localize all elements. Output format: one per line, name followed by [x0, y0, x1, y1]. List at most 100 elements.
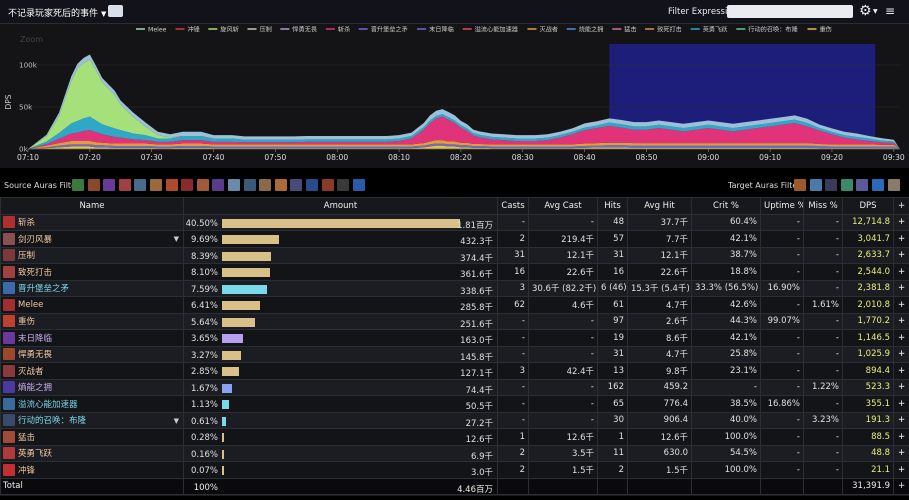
plus-cell[interactable]: +: [893, 395, 909, 413]
row-name-cell[interactable]: 斩杀: [0, 213, 184, 231]
avg-hit-cell: 2.6千: [627, 312, 692, 330]
plus-cell[interactable]: +: [893, 329, 909, 347]
col-plus-header[interactable]: +: [893, 197, 909, 215]
table-row[interactable]: 冲锋 0.07% 3.0千 2 1.5千 2 1.5千 100.0% - - 21…: [0, 461, 909, 479]
row-name-cell[interactable]: 末日降临: [0, 329, 184, 347]
aura-3-icon[interactable]: [103, 179, 116, 191]
table-row[interactable]: Melee 6.41% 285.8千 62 4.6千 61 4.7千 42.6% …: [0, 296, 909, 314]
col-amount-header[interactable]: Amount: [183, 197, 498, 215]
row-name-cell[interactable]: 行动的召唤：布隆 ▼: [0, 411, 184, 429]
table-row[interactable]: 溢流心能加速器 1.13% 50.5千 - - 65 776.4 38.5% 16…: [0, 395, 909, 413]
plus-cell[interactable]: +: [893, 213, 909, 231]
aura-16-icon[interactable]: [306, 179, 318, 191]
event-filter-dropdown[interactable]: 不记录玩家死后的事件 ▼: [8, 6, 106, 19]
aura-7-icon[interactable]: [165, 179, 178, 191]
target-aura-4-icon[interactable]: [840, 179, 853, 191]
plus-cell[interactable]: +: [893, 378, 909, 396]
view-toggle[interactable]: [108, 5, 123, 17]
row-name-cell[interactable]: 悍勇无畏: [0, 345, 184, 363]
menu-icon[interactable]: ≡: [885, 4, 895, 18]
table-row[interactable]: 灭战者 2.85% 127.1千 3 42.4千 13 9.8千 23.1% - …: [0, 362, 909, 380]
row-name-cell[interactable]: 溢流心能加速器: [0, 395, 184, 413]
table-row[interactable]: 剑刃风暴 ▼ 9.69% 432.3千 2 219.4千 57 7.7千 42.1%…: [0, 230, 909, 248]
col-casts-header[interactable]: Casts: [497, 197, 529, 215]
aura-4-icon[interactable]: [118, 179, 131, 191]
row-name-cell[interactable]: 致死打击: [0, 263, 184, 281]
amount-bar: [222, 466, 224, 475]
aura-5-icon[interactable]: [134, 179, 147, 191]
row-name-cell[interactable]: 压制: [0, 246, 184, 264]
aura-1-icon[interactable]: [72, 179, 84, 191]
plus-cell[interactable]: +: [893, 345, 909, 363]
table-row[interactable]: 悍勇无畏 3.27% 145.8千 - - 31 4.7千 25.8% - - 1…: [0, 345, 909, 363]
plus-cell[interactable]: +: [893, 312, 909, 330]
col-miss-header[interactable]: Miss %: [803, 197, 843, 215]
row-name-cell[interactable]: 英勇飞跃: [0, 444, 184, 462]
table-row[interactable]: 斩杀 40.50% 1.81百万 - - 48 37.7千 60.4% - - 1…: [0, 213, 909, 231]
aura-14-icon[interactable]: [274, 179, 287, 191]
target-aura-1-icon[interactable]: [794, 179, 806, 191]
table-row[interactable]: 行动的召唤：布隆 ▼ 0.61% 27.2千 - - 30 906.4 40.0% …: [0, 411, 909, 429]
col-avg-cast-header[interactable]: Avg Cast: [528, 197, 598, 215]
plus-cell[interactable]: +: [893, 246, 909, 264]
plus-cell[interactable]: +: [893, 444, 909, 462]
aura-6-icon[interactable]: [150, 179, 162, 191]
expand-chevron-icon[interactable]: ▼: [174, 417, 179, 425]
amount-bar: [222, 383, 232, 393]
aura-15-icon[interactable]: [290, 179, 303, 191]
total-plus[interactable]: +: [893, 477, 909, 495]
aura-17-icon[interactable]: [321, 179, 334, 191]
col-hits-header[interactable]: Hits: [597, 197, 628, 215]
plus-cell[interactable]: +: [893, 296, 909, 314]
row-name-cell[interactable]: 剑刃风暴 ▼: [0, 230, 184, 248]
row-name-cell[interactable]: 晋升堡垒之矛: [0, 279, 184, 297]
plus-cell[interactable]: +: [893, 263, 909, 281]
table-row[interactable]: 晋升堡垒之矛 7.59% 338.6千 3 30.6千 (82.2千) 6 (46…: [0, 279, 909, 297]
aura-8-icon[interactable]: [181, 179, 194, 191]
table-row[interactable]: 重伤 5.64% 251.6千 - - 97 2.6千 44.3% 99.07% …: [0, 312, 909, 330]
col-avg-hit-header[interactable]: Avg Hit: [627, 197, 692, 215]
gear-chevron-down-icon[interactable]: ▼: [873, 8, 878, 15]
plus-cell[interactable]: +: [893, 428, 909, 446]
row-name-cell[interactable]: 重伤: [0, 312, 184, 330]
table-row[interactable]: 猛击 0.28% 12.6千 1 12.6千 1 12.6千 100.0% - -…: [0, 428, 909, 446]
plus-cell[interactable]: +: [893, 230, 909, 248]
row-name-cell[interactable]: Melee: [0, 296, 184, 314]
plus-cell[interactable]: +: [893, 279, 909, 297]
aura-10-icon[interactable]: [212, 179, 225, 191]
aura-12-icon[interactable]: [243, 179, 256, 191]
target-aura-3-icon[interactable]: [825, 179, 838, 191]
target-aura-6-icon[interactable]: [872, 179, 884, 191]
row-name-cell[interactable]: 灭战者: [0, 362, 184, 380]
expand-chevron-icon[interactable]: ▼: [174, 235, 179, 243]
table-row[interactable]: 英勇飞跃 0.16% 6.9千 2 3.5千 11 630.0 54.5% - -…: [0, 444, 909, 462]
col-dps-header[interactable]: DPS: [842, 197, 894, 215]
target-aura-2-icon[interactable]: [809, 179, 822, 191]
aura-18-icon[interactable]: [337, 179, 350, 191]
aura-11-icon[interactable]: [228, 179, 240, 191]
table-row[interactable]: 末日降临 3.65% 163.0千 - - 19 8.6千 42.1% - - 1…: [0, 329, 909, 347]
filter-expression-input[interactable]: [727, 5, 853, 18]
target-aura-5-icon[interactable]: [856, 179, 869, 191]
row-name-cell[interactable]: 熵能之拥: [0, 378, 184, 396]
amount-bar: [222, 416, 226, 426]
target-aura-7-icon[interactable]: [887, 179, 900, 191]
col-name-header[interactable]: Name: [0, 197, 184, 215]
aura-2-icon[interactable]: [87, 179, 100, 191]
plus-cell[interactable]: +: [893, 411, 909, 429]
gear-icon[interactable]: ⚙: [859, 3, 872, 19]
col-uptime-header[interactable]: Uptime %: [760, 197, 804, 215]
ability-icon: [3, 331, 15, 344]
row-name-cell[interactable]: 冲锋: [0, 461, 184, 479]
dps-chart[interactable]: Melee 冲锋 旋风斩 压制 悍勇无畏 斩杀 晋升堡垒之矛 末日降临 溢流心能加速器 灭战者 烧能…: [0, 24, 909, 168]
table-row[interactable]: 致死打击 8.10% 361.6千 16 22.6千 16 22.6千 18.8%…: [0, 263, 909, 281]
aura-13-icon[interactable]: [259, 179, 272, 191]
plus-cell[interactable]: +: [893, 461, 909, 479]
table-row[interactable]: 熵能之拥 1.67% 74.4千 - - 162 459.2 - - 1.22% …: [0, 378, 909, 396]
plus-cell[interactable]: +: [893, 362, 909, 380]
row-name-cell[interactable]: 猛击: [0, 428, 184, 446]
aura-19-icon[interactable]: [352, 179, 365, 191]
table-row[interactable]: 压制 8.39% 374.4千 31 12.1千 31 12.1千 38.7% -…: [0, 246, 909, 264]
aura-9-icon[interactable]: [196, 179, 209, 191]
col-crit-header[interactable]: Crit %: [691, 197, 761, 215]
